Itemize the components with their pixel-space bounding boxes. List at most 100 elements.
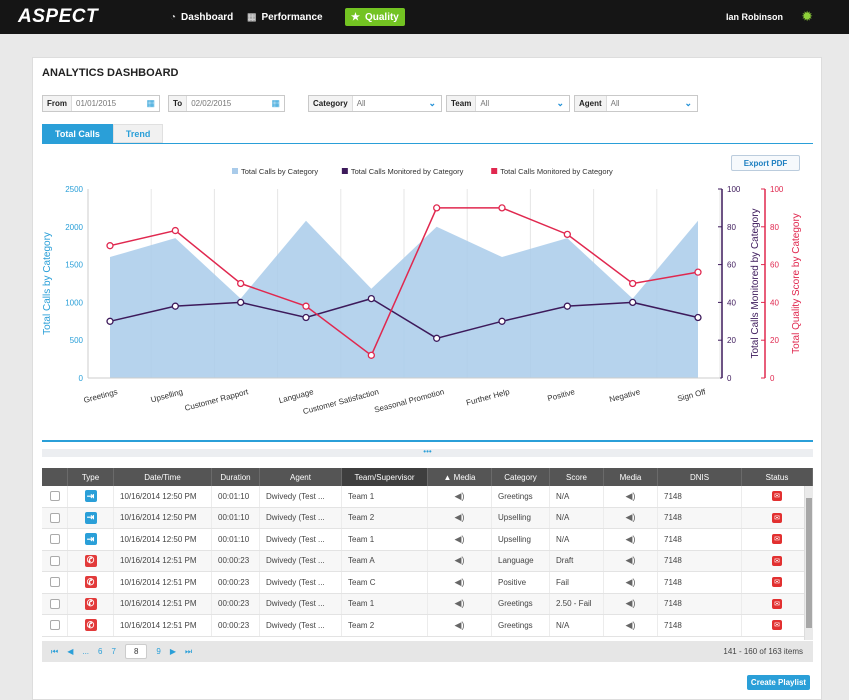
speaker-icon[interactable]: ◀) bbox=[455, 598, 465, 609]
quality-point[interactable] bbox=[237, 279, 245, 288]
header-datetime[interactable]: Date/Time bbox=[114, 468, 212, 486]
table-row[interactable]: ⇥ 10/16/2014 12:50 PM 00:01:10 Dwivedy (Tes… bbox=[42, 507, 813, 529]
monitored-point[interactable] bbox=[302, 313, 310, 322]
status-icon[interactable]: ✉ bbox=[772, 577, 782, 588]
calendar-icon[interactable]: ▦ bbox=[146, 98, 159, 109]
table-row[interactable]: ✆ 10/16/2014 12:51 PM 00:00:23 Dwivedy (Tes… bbox=[42, 550, 813, 572]
header-category[interactable]: Category bbox=[492, 468, 550, 486]
quality-point[interactable] bbox=[498, 204, 506, 212]
header-media[interactable]: ▲ Media bbox=[428, 468, 492, 486]
speaker-icon[interactable]: ◀) bbox=[455, 512, 465, 523]
table-row[interactable]: ✆ 10/16/2014 12:51 PM 00:00:23 Dwivedy (Tes… bbox=[42, 572, 813, 594]
next-page-icon[interactable]: ▶ bbox=[170, 647, 176, 656]
header-score[interactable]: Score bbox=[550, 468, 604, 486]
quality-point[interactable] bbox=[694, 268, 702, 276]
status-icon[interactable]: ✉ bbox=[772, 512, 782, 523]
nav-performance[interactable]: ▦ Performance bbox=[241, 8, 329, 26]
page-ellipsis[interactable]: ... bbox=[82, 647, 89, 656]
speaker-icon[interactable]: ◀) bbox=[626, 577, 636, 588]
gear-icon[interactable]: ✹ bbox=[801, 8, 813, 25]
speaker-icon[interactable]: ◀) bbox=[626, 598, 636, 609]
to-date-field[interactable]: To 02/02/2015 ▦ bbox=[168, 95, 285, 112]
app-logo[interactable]: ASPECT bbox=[18, 6, 98, 28]
agent-select[interactable]: Agent All ⌄ bbox=[574, 95, 698, 112]
page-current[interactable]: 8 bbox=[124, 644, 148, 659]
speaker-icon[interactable]: ◀) bbox=[626, 534, 636, 545]
row-checkbox[interactable] bbox=[49, 577, 60, 588]
header-media-2[interactable]: Media bbox=[604, 468, 658, 486]
last-page-icon[interactable]: ⏭ bbox=[185, 647, 192, 657]
chevron-down-icon[interactable]: ⌄ bbox=[684, 98, 697, 109]
quality-point[interactable] bbox=[302, 302, 310, 310]
speaker-icon[interactable]: ◀) bbox=[626, 491, 636, 502]
table-row[interactable]: ⇥ 10/16/2014 12:50 PM 00:01:10 Dwivedy (Tes… bbox=[42, 486, 813, 508]
monitored-point[interactable] bbox=[433, 334, 441, 342]
monitored-point[interactable] bbox=[367, 294, 375, 303]
speaker-icon[interactable]: ◀) bbox=[455, 491, 465, 502]
calendar-icon[interactable]: ▦ bbox=[271, 98, 284, 109]
tab-trend[interactable]: Trend bbox=[112, 124, 164, 143]
row-checkbox[interactable] bbox=[49, 620, 60, 631]
monitored-point[interactable] bbox=[563, 302, 571, 310]
speaker-icon[interactable]: ◀) bbox=[455, 577, 465, 588]
resize-handle[interactable]: ••• bbox=[42, 448, 813, 457]
page-6[interactable]: 6 bbox=[98, 647, 102, 656]
quality-point[interactable] bbox=[367, 351, 375, 359]
team-select[interactable]: Team All ⌄ bbox=[446, 95, 570, 112]
speaker-icon[interactable]: ◀) bbox=[455, 534, 465, 545]
monitored-point[interactable] bbox=[237, 298, 245, 307]
monitored-point[interactable] bbox=[694, 313, 702, 322]
quality-point[interactable] bbox=[171, 226, 179, 235]
status-icon[interactable]: ✉ bbox=[772, 620, 782, 631]
monitored-point[interactable] bbox=[171, 302, 179, 310]
category-value: All bbox=[356, 99, 366, 108]
monitored-point[interactable] bbox=[498, 317, 506, 325]
row-checkbox[interactable] bbox=[49, 491, 60, 502]
nav-quality[interactable]: ★ Quality bbox=[345, 8, 405, 26]
row-checkbox[interactable] bbox=[49, 598, 60, 609]
monitored-point[interactable] bbox=[629, 298, 637, 307]
monitored-point[interactable] bbox=[106, 317, 114, 325]
status-icon[interactable]: ✉ bbox=[772, 598, 782, 609]
status-icon[interactable]: ✉ bbox=[772, 534, 782, 545]
prev-page-icon[interactable]: ◀ bbox=[67, 647, 73, 656]
header-dnis[interactable]: DNIS bbox=[658, 468, 742, 486]
table-row[interactable]: ✆ 10/16/2014 12:51 PM 00:00:23 Dwivedy (Tes… bbox=[42, 593, 813, 615]
create-playlist-button[interactable]: Create Playlist bbox=[747, 675, 810, 690]
page-7[interactable]: 7 bbox=[111, 647, 115, 656]
to-date-value[interactable]: 02/02/2015 bbox=[187, 99, 271, 108]
chevron-down-icon[interactable]: ⌄ bbox=[428, 98, 441, 109]
speaker-icon[interactable]: ◀) bbox=[626, 620, 636, 631]
scrollbar-thumb[interactable] bbox=[806, 498, 812, 628]
category-select[interactable]: Category All ⌄ bbox=[308, 95, 442, 112]
quality-point[interactable] bbox=[563, 230, 571, 239]
status-icon[interactable]: ✉ bbox=[772, 491, 782, 502]
speaker-icon[interactable]: ◀) bbox=[626, 555, 636, 566]
quality-point[interactable] bbox=[629, 279, 637, 288]
header-agent[interactable]: Agent bbox=[260, 468, 342, 486]
tab-total-calls[interactable]: Total Calls bbox=[42, 124, 113, 143]
row-checkbox[interactable] bbox=[49, 512, 60, 523]
speaker-icon[interactable]: ◀) bbox=[455, 620, 465, 631]
table-row[interactable]: ⇥ 10/16/2014 12:50 PM 00:01:10 Dwivedy (Tes… bbox=[42, 529, 813, 551]
from-date-field[interactable]: From 01/01/2015 ▦ bbox=[42, 95, 160, 112]
row-checkbox[interactable] bbox=[49, 555, 60, 566]
table-row[interactable]: ✆ 10/16/2014 12:51 PM 00:00:23 Dwivedy (Tes… bbox=[42, 615, 813, 637]
nav-dashboard[interactable]: ◔ Dashboard bbox=[164, 8, 239, 26]
header-team[interactable]: Team/Supervisor bbox=[342, 468, 428, 486]
quality-point[interactable] bbox=[106, 242, 114, 250]
speaker-icon[interactable]: ◀) bbox=[455, 555, 465, 566]
first-page-icon[interactable]: ⏮ bbox=[51, 647, 58, 657]
header-type[interactable]: Type bbox=[68, 468, 114, 486]
row-checkbox[interactable] bbox=[49, 534, 60, 545]
chevron-down-icon[interactable]: ⌄ bbox=[556, 98, 569, 109]
quality-point[interactable] bbox=[433, 204, 441, 212]
user-name[interactable]: Ian Robinson bbox=[726, 12, 783, 22]
header-duration[interactable]: Duration bbox=[212, 468, 260, 486]
table-scrollbar[interactable] bbox=[804, 486, 813, 640]
header-status[interactable]: Status bbox=[742, 468, 813, 486]
from-date-value[interactable]: 01/01/2015 bbox=[72, 99, 146, 108]
page-9[interactable]: 9 bbox=[156, 647, 160, 656]
status-icon[interactable]: ✉ bbox=[772, 555, 782, 566]
speaker-icon[interactable]: ◀) bbox=[626, 512, 636, 523]
